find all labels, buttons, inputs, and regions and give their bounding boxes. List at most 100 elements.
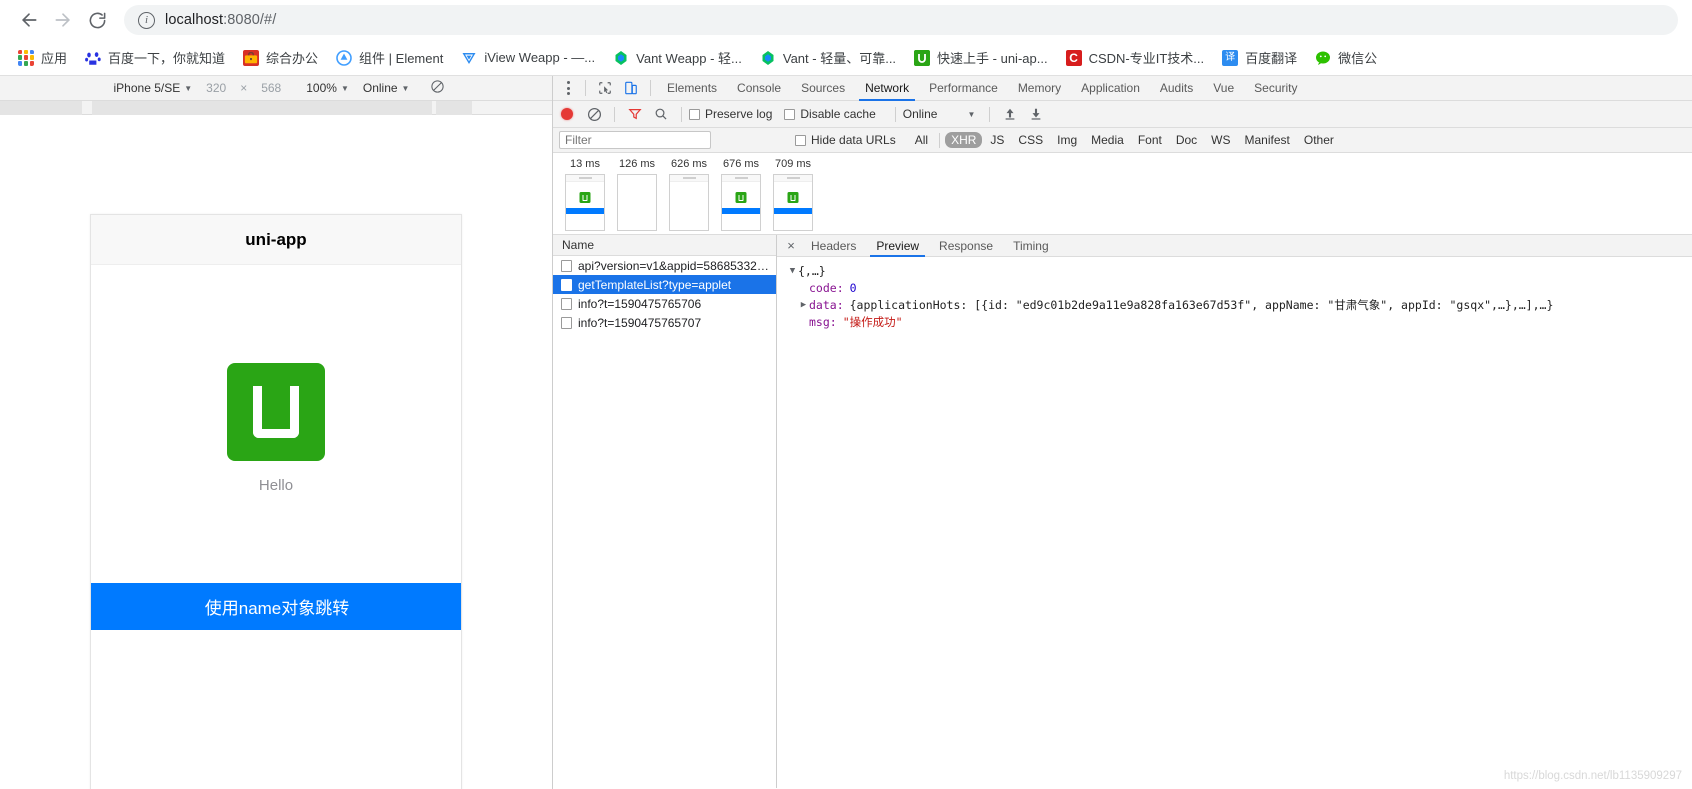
filmstrip-frame[interactable]: 709 ms bbox=[773, 158, 813, 231]
app-body: Hello 使用name对象跳转 bbox=[91, 265, 461, 789]
hide-data-urls-checkbox[interactable]: Hide data URLs bbox=[795, 133, 896, 147]
bookmark-office[interactable]: 综合办公 bbox=[235, 44, 326, 72]
type-filter-media[interactable]: Media bbox=[1085, 132, 1130, 148]
jump-by-name-button-label: 使用name对象跳转 bbox=[204, 599, 350, 618]
tab-memory[interactable]: Memory bbox=[1008, 76, 1071, 101]
vant-icon bbox=[613, 49, 630, 66]
device-height-input[interactable]: 568 bbox=[261, 81, 281, 95]
json-row-data[interactable]: ▶ data: {applicationHots: [{id: "ed9c01b… bbox=[787, 297, 1692, 314]
inspect-element-icon[interactable] bbox=[592, 77, 618, 99]
tab-audits[interactable]: Audits bbox=[1150, 76, 1203, 101]
xhr-file-icon bbox=[561, 316, 572, 329]
bookmark-vant-weapp[interactable]: Vant Weapp - 轻... bbox=[605, 44, 750, 72]
jump-by-name-button[interactable]: 使用name对象跳转 bbox=[91, 583, 461, 630]
frame-screenshot bbox=[617, 174, 657, 231]
json-key: data: bbox=[809, 298, 844, 312]
json-root-row[interactable]: ▼ {,…} bbox=[787, 263, 1692, 280]
zoom-select-value: 100% bbox=[306, 81, 337, 95]
type-filter-all[interactable]: All bbox=[909, 132, 934, 148]
chevron-down-icon[interactable]: ▼ bbox=[787, 263, 798, 280]
filmstrip-frame[interactable]: 626 ms bbox=[669, 158, 709, 231]
address-bar[interactable]: i localhost:8080/#/ bbox=[124, 5, 1678, 35]
bookmark-uniapp[interactable]: 快速上手 - uni-ap... bbox=[906, 44, 1056, 72]
bookmark-csdn[interactable]: C CSDN-专业IT技术... bbox=[1058, 44, 1213, 72]
disable-cache-checkbox[interactable]: Disable cache bbox=[784, 107, 876, 121]
device-width-value: 320 bbox=[206, 81, 227, 95]
throttling-select[interactable]: Online ▼ bbox=[363, 81, 410, 95]
filmstrip-frame[interactable]: 676 ms bbox=[721, 158, 761, 231]
forward-button[interactable] bbox=[46, 3, 80, 37]
type-filter-doc[interactable]: Doc bbox=[1170, 132, 1203, 148]
tab-headers[interactable]: Headers bbox=[801, 235, 866, 257]
zoom-select[interactable]: 100% ▼ bbox=[306, 81, 349, 95]
export-har-icon[interactable] bbox=[1023, 103, 1049, 125]
tab-preview[interactable]: Preview bbox=[866, 235, 929, 257]
json-root-value: {,…} bbox=[798, 264, 826, 278]
tab-network[interactable]: Network bbox=[855, 76, 919, 101]
table-row[interactable]: info?t=1590475765706 bbox=[553, 294, 776, 313]
site-info-icon[interactable]: i bbox=[138, 11, 155, 29]
bookmark-iview[interactable]: iView Weapp - —... bbox=[453, 44, 603, 72]
table-row[interactable]: getTemplateList?type=applet bbox=[553, 275, 776, 294]
device-select[interactable]: iPhone 5/SE ▼ bbox=[114, 81, 193, 95]
rotate-icon[interactable] bbox=[430, 79, 445, 97]
bookmark-vant[interactable]: Vant - 轻量、可靠... bbox=[752, 44, 904, 72]
network-throttling-select[interactable]: Online ▼ bbox=[903, 107, 976, 121]
tab-timing[interactable]: Timing bbox=[1003, 235, 1059, 257]
more-options-icon[interactable] bbox=[557, 76, 579, 101]
bookmark-fanyi[interactable]: 译 百度翻译 bbox=[1214, 44, 1305, 72]
close-icon[interactable]: × bbox=[781, 235, 801, 257]
frame-screenshot bbox=[721, 174, 761, 231]
reload-button[interactable] bbox=[80, 3, 114, 37]
type-filter-img[interactable]: Img bbox=[1051, 132, 1083, 148]
preserve-log-checkbox[interactable]: Preserve log bbox=[689, 107, 772, 121]
toggle-device-toolbar-icon[interactable] bbox=[618, 77, 644, 99]
uni-app-logo-icon bbox=[227, 363, 325, 461]
request-list-header[interactable]: Name bbox=[553, 235, 776, 256]
device-width-input[interactable]: 320 bbox=[206, 81, 226, 95]
type-filter-other[interactable]: Other bbox=[1298, 132, 1340, 148]
filmstrip-frame[interactable]: 126 ms bbox=[617, 158, 657, 231]
chevron-down-icon: ▼ bbox=[184, 83, 193, 93]
type-filter-css[interactable]: CSS bbox=[1012, 132, 1049, 148]
back-button[interactable] bbox=[12, 3, 46, 37]
device-height-value: 568 bbox=[261, 81, 282, 95]
checkbox-box bbox=[689, 108, 700, 120]
tab-elements[interactable]: Elements bbox=[657, 76, 727, 101]
type-filter-font[interactable]: Font bbox=[1132, 132, 1168, 148]
chevron-right-icon[interactable]: ▶ bbox=[798, 297, 809, 314]
table-row[interactable]: info?t=1590475765707 bbox=[553, 313, 776, 332]
briefcase-icon bbox=[243, 49, 260, 66]
filter-icon[interactable] bbox=[622, 103, 648, 125]
bookmark-label: 应用 bbox=[41, 51, 68, 66]
request-name: info?t=1590475765706 bbox=[578, 296, 702, 311]
type-filter-xhr[interactable]: XHR bbox=[945, 132, 983, 148]
bookmark-baidu[interactable]: 百度一下，你就知道 bbox=[77, 44, 233, 72]
tab-console[interactable]: Console bbox=[727, 76, 791, 101]
table-row[interactable]: api?version=v1&appid=58685332&ap... bbox=[553, 256, 776, 275]
network-lower-area: Name api?version=v1&appid=58685332&ap...… bbox=[553, 235, 1692, 788]
type-filter-js[interactable]: JS bbox=[984, 132, 1010, 148]
frame-screenshot bbox=[773, 174, 813, 231]
device-emulation-toolbar: iPhone 5/SE ▼ 320 × 568 100% ▼ Online ▼ bbox=[0, 76, 552, 101]
filter-input[interactable] bbox=[559, 131, 711, 149]
frame-time: 676 ms bbox=[722, 158, 760, 170]
tab-sources[interactable]: Sources bbox=[791, 76, 855, 101]
record-icon[interactable] bbox=[561, 108, 573, 120]
tab-vue[interactable]: Vue bbox=[1203, 76, 1244, 101]
type-filter-manifest[interactable]: Manifest bbox=[1239, 132, 1296, 148]
network-toolbar: Preserve log Disable cache Online ▼ bbox=[553, 101, 1692, 128]
search-icon[interactable] bbox=[648, 103, 674, 125]
tab-response[interactable]: Response bbox=[929, 235, 1003, 257]
import-har-icon[interactable] bbox=[997, 103, 1023, 125]
tab-security[interactable]: Security bbox=[1244, 76, 1307, 101]
bookmark-wechat[interactable]: 微信公 bbox=[1307, 44, 1385, 72]
bookmark-apps[interactable]: 应用 bbox=[10, 44, 75, 72]
clear-icon[interactable] bbox=[581, 103, 607, 125]
filmstrip-frame[interactable]: 13 ms bbox=[565, 158, 605, 231]
tab-application[interactable]: Application bbox=[1071, 76, 1150, 101]
xhr-file-icon bbox=[561, 278, 572, 291]
tab-performance[interactable]: Performance bbox=[919, 76, 1008, 101]
type-filter-ws[interactable]: WS bbox=[1205, 132, 1236, 148]
bookmark-element[interactable]: 组件 | Element bbox=[328, 44, 451, 72]
